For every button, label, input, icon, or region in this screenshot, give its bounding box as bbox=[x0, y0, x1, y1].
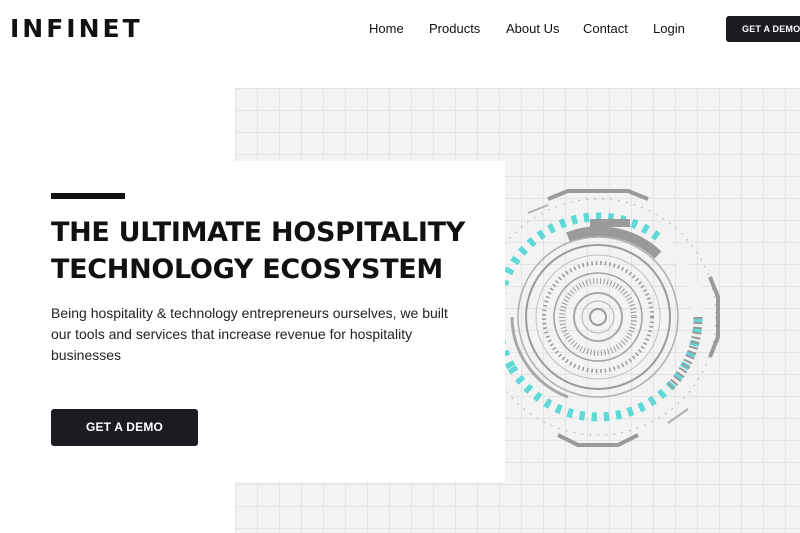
hero-title-line-1: THE ULTIMATE HOSPITALITY bbox=[51, 217, 465, 248]
nav-item-about-us[interactable]: About Us bbox=[506, 20, 559, 38]
hero-title: THE ULTIMATE HOSPITALITY TECHNOLOGY ECOS… bbox=[51, 214, 481, 288]
nav-item-contact[interactable]: Contact bbox=[583, 20, 628, 38]
circular-hud-graphic bbox=[488, 189, 720, 447]
nav-item-login[interactable]: Login bbox=[653, 20, 685, 38]
hero-description: Being hospitality & technology entrepren… bbox=[51, 305, 448, 363]
nav-item-products[interactable]: Products bbox=[429, 20, 480, 38]
site-header: INFINET Home Products About Us Contact L… bbox=[0, 0, 800, 60]
main-nav: Home Products About Us Contact Login bbox=[0, 20, 800, 40]
hero-title-line-2: TECHNOLOGY ECOSYSTEM bbox=[51, 254, 443, 285]
nav-item-home[interactable]: Home bbox=[369, 20, 404, 38]
hero-get-demo-button[interactable]: GET A DEMO bbox=[51, 409, 198, 446]
hero-accent-bar bbox=[51, 193, 125, 199]
header-get-demo-button[interactable]: GET A DEMO bbox=[726, 16, 800, 42]
